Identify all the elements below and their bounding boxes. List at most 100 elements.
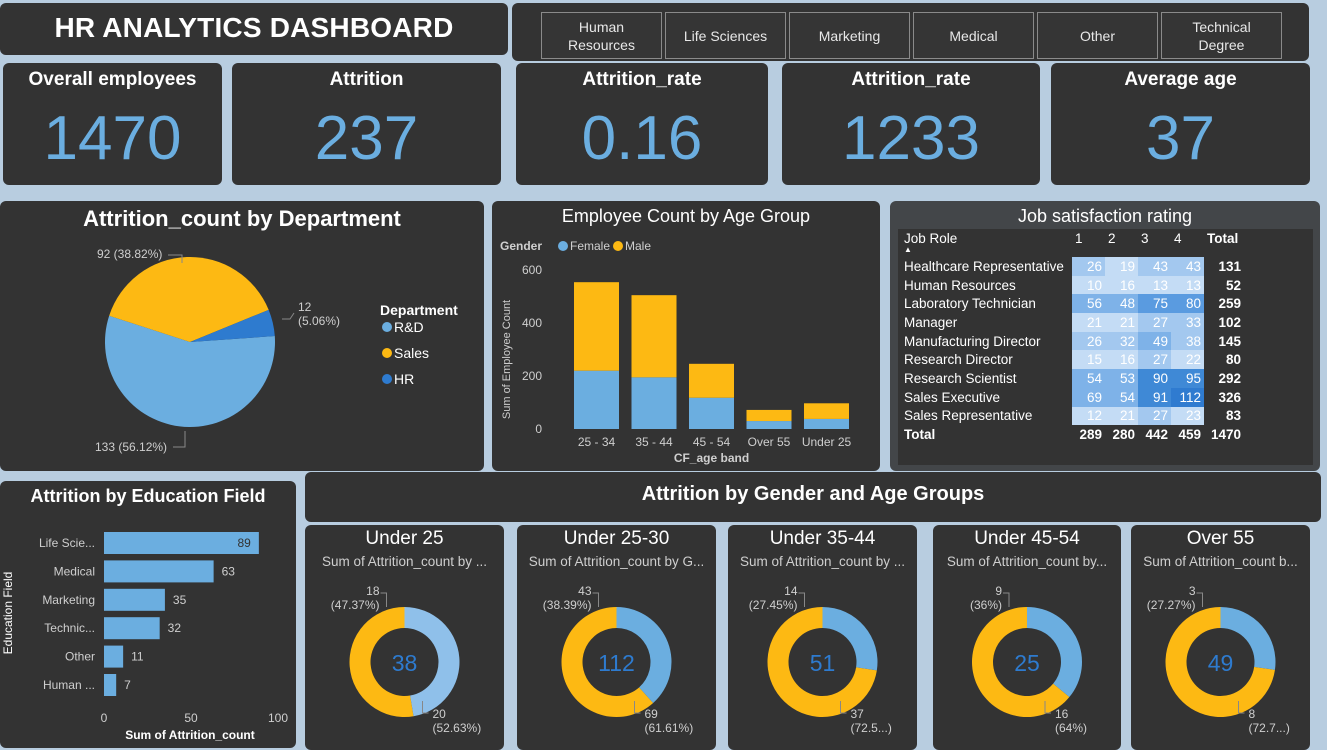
rating-cell: 21: [1072, 313, 1105, 332]
donut-panel: Under 35-44 Sum of Attrition_count by ...…: [728, 525, 917, 750]
legend-marker: [382, 322, 392, 332]
donut-label-male-line: (72.5...): [851, 721, 892, 735]
donut-label-male: 37 (72.5...): [851, 707, 892, 735]
total-row-cell: 442: [1145, 427, 1168, 443]
rating-cell: 75: [1138, 294, 1171, 314]
slicer-other[interactable]: Other: [1037, 12, 1158, 59]
rating-cell: 112: [1171, 387, 1204, 407]
total-row-cell: 1470: [1210, 427, 1241, 443]
donut-label-male-line: (72.7...): [1249, 721, 1290, 735]
legend-label: Male: [625, 239, 651, 253]
rating-cell: 69: [1072, 387, 1105, 407]
hbar-bar: [104, 532, 259, 554]
dashboard-title-panel: HR ANALYTICS DASHBOARD: [0, 3, 508, 55]
donut-panel: Over 55 Sum of Attrition_count b... 49 3 (27…: [1131, 525, 1310, 750]
gender-age-header: Attrition by Gender and Age Groups: [305, 472, 1321, 522]
hbar-bar: [104, 588, 165, 611]
total-row-cell: 280: [1112, 427, 1135, 443]
data-label: 63: [222, 564, 236, 578]
dashboard-title: HR ANALYTICS DASHBOARD: [54, 12, 454, 43]
sort-ascending-icon[interactable]: ▲: [904, 246, 1069, 254]
kpi-card-attrition-rate-2: Attrition_rate 1233: [782, 63, 1040, 185]
column-header[interactable]: Job Role ▲: [901, 231, 1072, 257]
rating-cell: 27: [1138, 350, 1171, 370]
total-cell: 83: [1225, 408, 1241, 424]
rating-cell: 27: [1138, 313, 1171, 332]
data-label: 7: [124, 678, 131, 692]
rating-cell: 27: [1138, 406, 1171, 426]
column-header: 3: [1141, 231, 1149, 246]
rating-cell: 10: [1072, 275, 1105, 295]
y-tick-label: 200: [522, 369, 542, 383]
slicer-marketing[interactable]: Marketing: [789, 12, 910, 59]
slicer-label: Marketing: [818, 27, 881, 44]
job-role-cell: Human Resources: [904, 277, 1016, 293]
bar-female: [631, 377, 677, 429]
y-tick-label: Human ...: [43, 678, 95, 692]
donut-chart: 49 3 (27.27%) 8 (72.7...): [1147, 584, 1290, 735]
donut-center-value: 51: [810, 650, 836, 676]
job-role-cell: Manager: [904, 314, 958, 330]
kpi-card-attrition-rate: Attrition_rate 0.16: [516, 63, 768, 185]
donut-center-value: 25: [1014, 650, 1040, 676]
donut-center-value: 49: [1208, 650, 1234, 676]
rating-cell: 19: [1105, 257, 1138, 276]
chart-title: Job satisfaction rating: [1017, 206, 1193, 226]
total-row-cell: 459: [1178, 427, 1201, 443]
hbar-bar: [104, 617, 160, 640]
slicer-label: Medical: [949, 27, 998, 44]
donut-label-female-line: 14: [784, 584, 798, 598]
bar-female: [574, 370, 619, 429]
donut-label-female-line: (27.45%): [749, 598, 798, 612]
rating-cell: 33: [1171, 313, 1204, 332]
table-row: Human Resources 10 16 13 13 52: [901, 275, 1244, 295]
kpi-card-average-age: Average age 37: [1051, 63, 1310, 185]
bar-female: [804, 418, 849, 429]
bar-male: [746, 409, 792, 422]
slicer-technical-degree[interactable]: Technical Degree: [1161, 12, 1282, 59]
donut-label-male: 8 (72.7...): [1249, 707, 1290, 735]
donut-chart: 25 9 (36%) 16 (64%): [970, 584, 1087, 735]
slicer-medical[interactable]: Medical: [913, 12, 1034, 59]
slicer-human-resources[interactable]: Human Resources: [541, 12, 662, 59]
y-tick-label: Technic...: [44, 621, 95, 635]
job-satisfaction-panel: Job satisfaction rating Job Role ▲ 1 2 3 4 Tot…: [890, 201, 1320, 471]
donut-label-female-line: 43: [578, 584, 592, 598]
job-role-cell: Manufacturing Director: [904, 333, 1041, 349]
slicer-life-sciences[interactable]: Life Sciences: [665, 12, 786, 59]
total-cell: 259: [1218, 296, 1241, 312]
legend-label: HR: [394, 371, 414, 387]
donut-label-female-line: 3: [1189, 584, 1196, 598]
kpi-label: Attrition_rate: [851, 69, 971, 90]
donut-chart: 51 14 (27.45%) 37 (72.5...): [749, 584, 892, 735]
slicer-label: Other: [1079, 27, 1115, 44]
table-total-row: Total 289 280 442 459 1470: [901, 425, 1244, 444]
kpi-value: 37: [1146, 104, 1215, 173]
table-row: Sales Executive 69 54 91 112 326: [901, 387, 1244, 407]
pie-leader-line: [282, 312, 295, 320]
donut-label-male-line: 16: [1055, 707, 1069, 721]
job-role-cell: Sales Executive: [904, 389, 1001, 405]
rating-cell: 91: [1138, 387, 1171, 407]
bar-female: [746, 421, 792, 429]
table-row: Sales Representative 12 21 27 23 83: [901, 406, 1244, 426]
rating-cell: 53: [1105, 369, 1138, 388]
y-tick-label: Medical: [54, 564, 95, 578]
slicer-label: Technical Degree: [1192, 18, 1251, 53]
legend-marker: [558, 241, 568, 251]
rating-cell: 32: [1105, 331, 1138, 351]
legend-title: Department: [380, 302, 458, 318]
x-tick-label: 100: [268, 711, 288, 725]
rating-cell: 95: [1171, 369, 1204, 388]
donut-center-value: 38: [392, 650, 418, 676]
pie-data-label-line: 12: [298, 300, 312, 314]
x-tick-label: 35 - 44: [635, 435, 673, 449]
bar-male: [804, 403, 849, 419]
x-tick-label: Under 25: [802, 435, 852, 449]
pie-data-label-line: (5.06%): [298, 314, 340, 328]
y-tick-label: 400: [522, 316, 542, 330]
kpi-card-overall-employees: Overall employees 1470: [3, 63, 222, 185]
x-axis-label: Sum of Attrition_count: [125, 728, 255, 742]
donut-center-value: 112: [598, 650, 635, 676]
donut-label-female: 18 (47.37%): [331, 584, 380, 612]
